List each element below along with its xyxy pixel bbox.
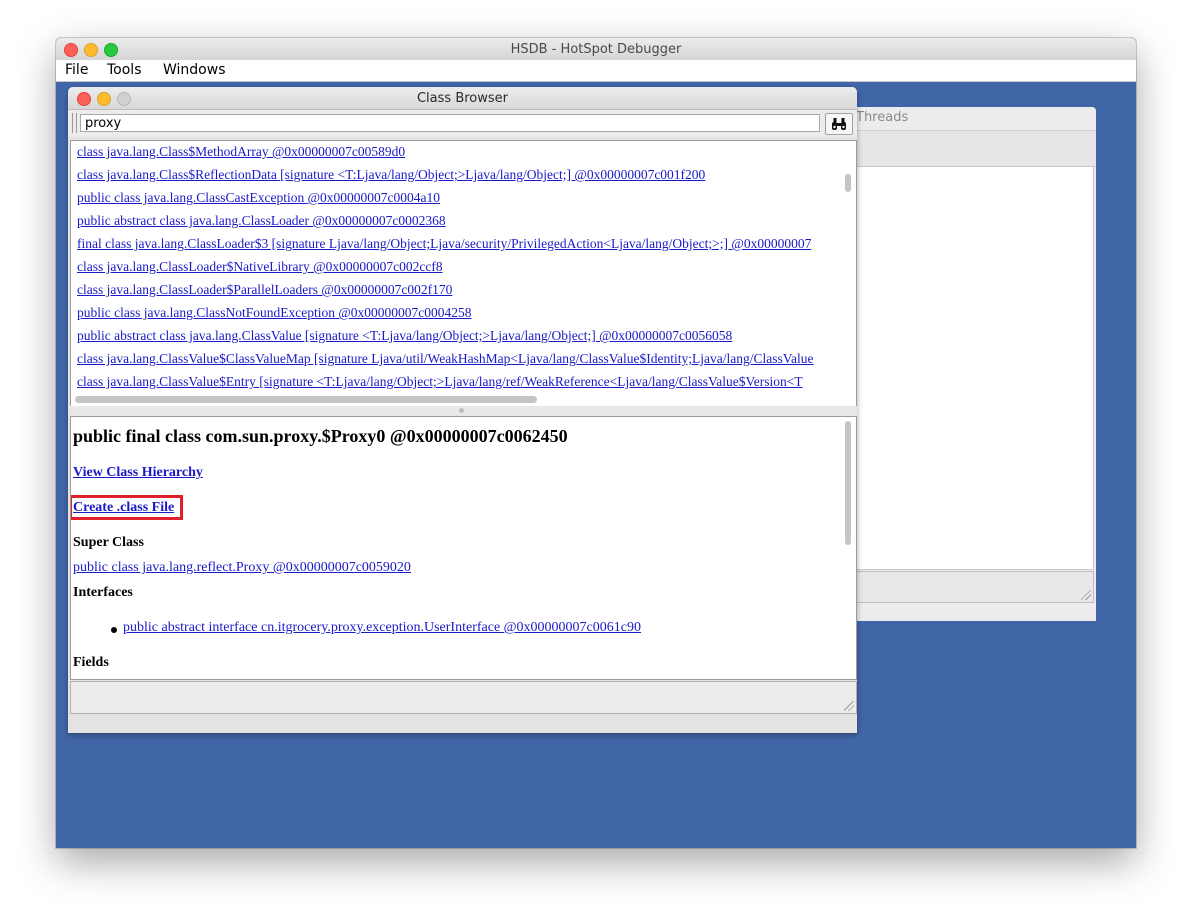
class-browser-titlebar[interactable]: Class Browser [68,87,857,110]
class-list-item[interactable]: public class java.lang.ClassNotFoundExce… [77,305,472,321]
threads-frame-title[interactable]: Threads [856,110,908,125]
threads-list[interactable] [852,166,1094,570]
threads-frame: Threads [852,107,1096,621]
binoculars-icon [832,118,846,130]
window-titlebar[interactable]: HSDB - HotSpot Debugger [56,38,1136,61]
class-list-item[interactable]: public abstract class java.lang.ClassLoa… [77,213,446,229]
class-heading: public final class com.sun.proxy.$Proxy0… [73,426,568,446]
highlight-box [71,495,183,520]
class-list-item[interactable]: class java.lang.Class$ReflectionData [si… [77,167,705,183]
window-title: HSDB - HotSpot Debugger [510,42,682,57]
class-browser-frame: Class Browser class java.lang.Class$Meth… [68,87,857,733]
menu-windows[interactable]: Windows [163,62,226,78]
interface-link[interactable]: public abstract interface cn.itgrocery.p… [123,620,641,636]
threads-status-area [852,571,1094,603]
super-class-link[interactable]: public class java.lang.reflect.Proxy @0x… [73,560,411,576]
divider-handle-icon[interactable] [459,408,464,413]
class-list-vertical-scrollbar[interactable] [845,174,851,192]
resize-grip-icon[interactable] [1081,590,1091,600]
super-class-label: Super Class [73,535,144,550]
view-class-hierarchy-link[interactable]: View Class Hierarchy [73,465,203,481]
bullet-icon [111,627,117,633]
detail-vertical-scrollbar[interactable] [845,421,851,545]
class-list-item[interactable]: class java.lang.ClassLoader$NativeLibrar… [77,259,443,275]
split-divider[interactable] [68,406,857,415]
class-list-item[interactable]: class java.lang.ClassValue$Entry [signat… [77,374,803,390]
menu-tools[interactable]: Tools [107,62,142,78]
search-toolbar [68,110,857,137]
class-list-item[interactable]: class java.lang.ClassLoader$ParallelLoad… [77,282,452,298]
menu-file[interactable]: File [65,62,88,78]
menubar: File Tools Windows [56,60,1136,82]
interfaces-label: Interfaces [73,585,133,600]
resize-grip-icon[interactable] [844,701,854,711]
class-list-item[interactable]: public class java.lang.ClassCastExceptio… [77,190,440,206]
class-browser-status-area [70,681,857,714]
class-list-item[interactable]: class java.lang.Class$MethodArray @0x000… [77,144,405,160]
class-list-item[interactable]: final class java.lang.ClassLoader$3 [sig… [77,236,811,252]
class-detail-pane: public final class com.sun.proxy.$Proxy0… [70,416,857,680]
fields-label: Fields [73,655,109,670]
class-list-item[interactable]: public abstract class java.lang.ClassVal… [77,328,732,344]
toolbar-grip-icon[interactable] [72,113,77,133]
threads-toolbar [852,130,1096,167]
class-search-input[interactable] [80,114,820,132]
class-browser-title: Class Browser [416,91,508,106]
find-button[interactable] [825,113,853,135]
class-list[interactable]: class java.lang.Class$MethodArray @0x000… [70,140,857,407]
class-list-item[interactable]: class java.lang.ClassValue$ClassValueMap… [77,351,813,367]
class-list-horizontal-scrollbar[interactable] [75,396,537,403]
